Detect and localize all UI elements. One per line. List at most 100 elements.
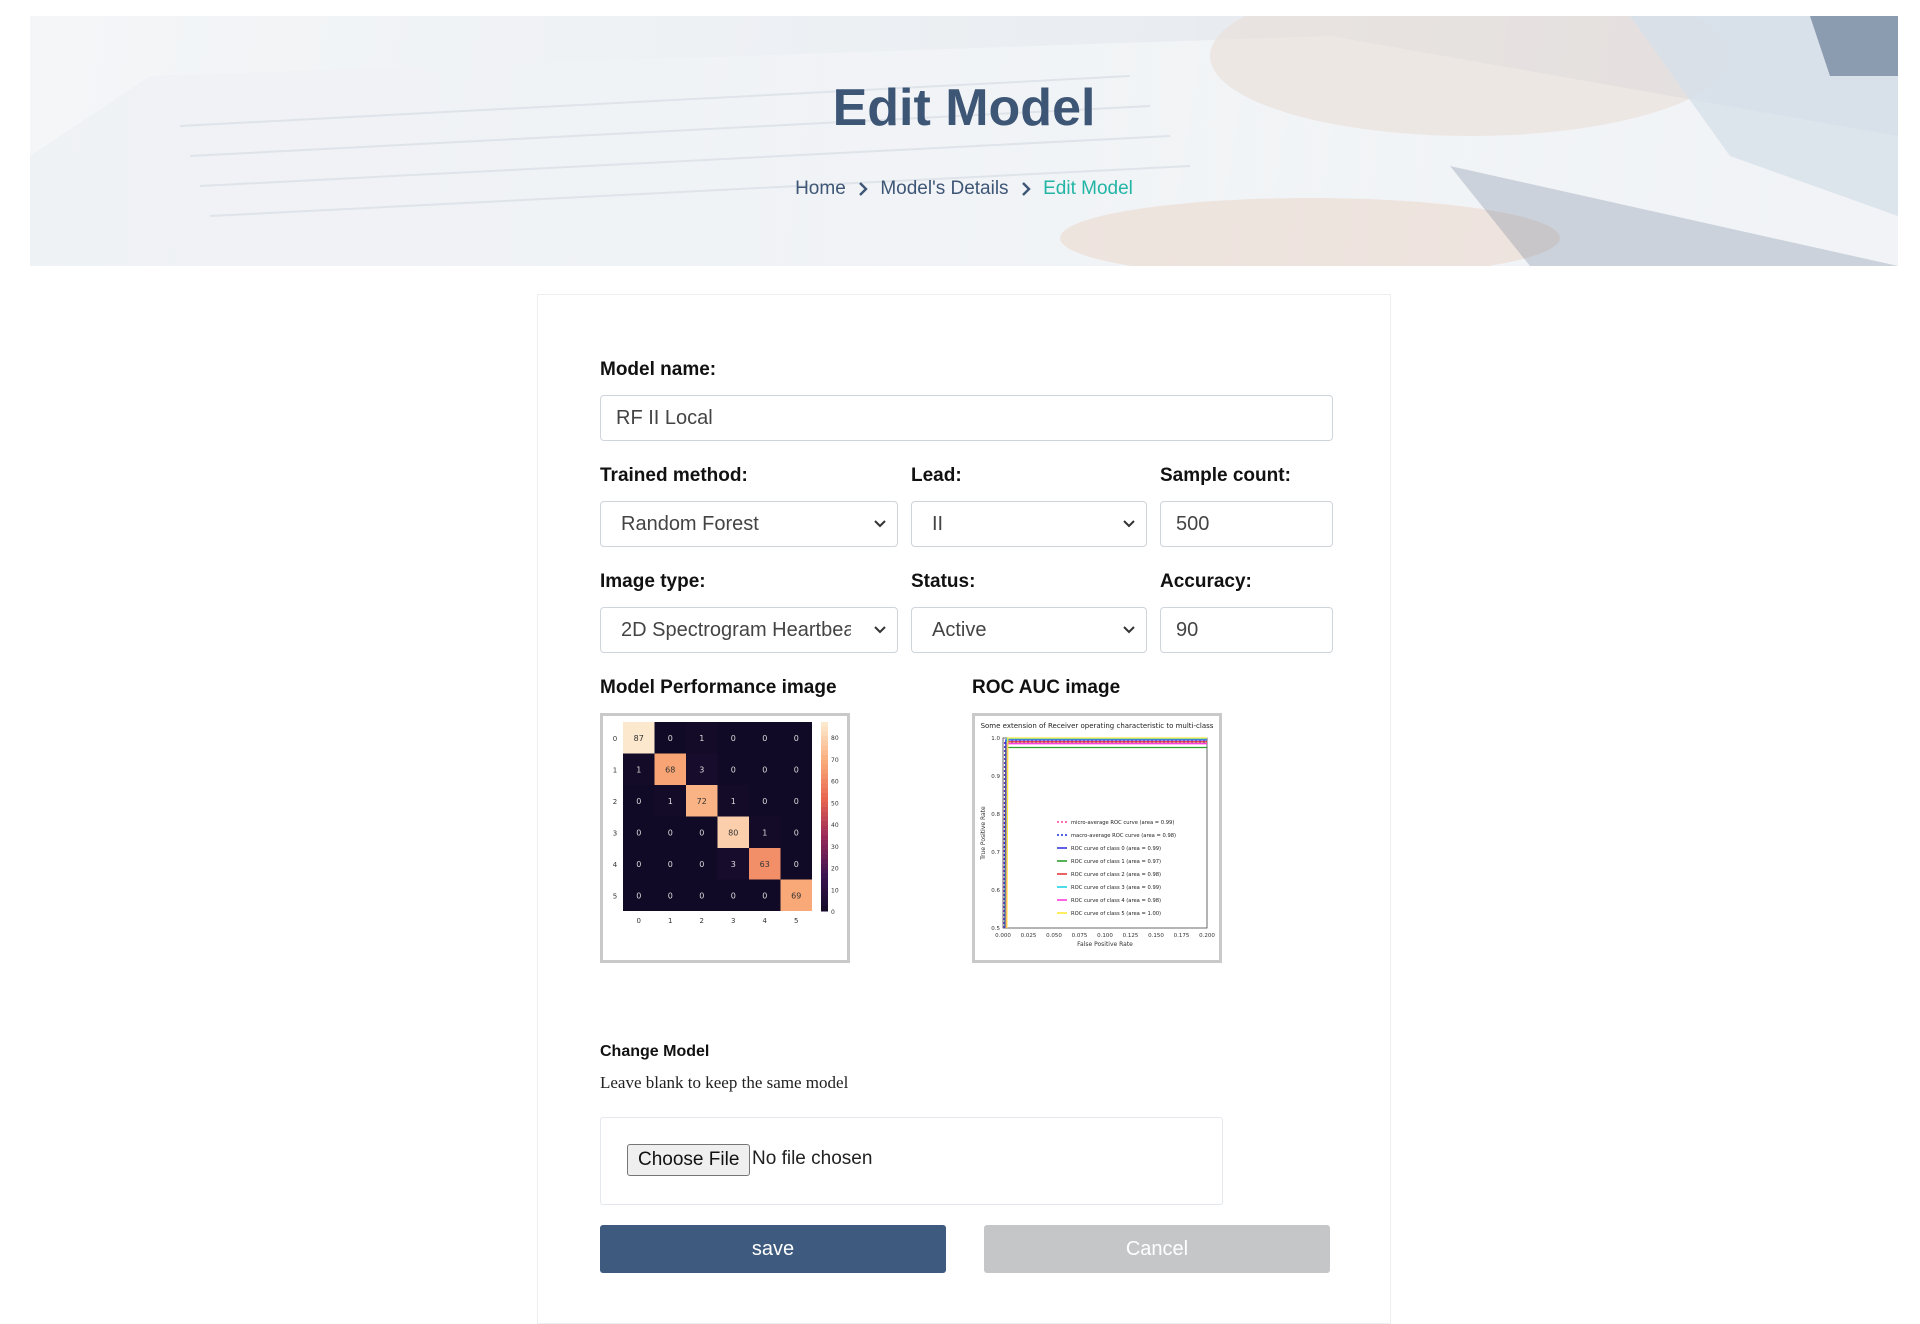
heatmap-cell-value: 0	[699, 891, 704, 900]
x-tick-label: 0.125	[1123, 933, 1139, 939]
heatmap-cell-value: 0	[794, 860, 799, 869]
heatmap-cell-value: 0	[636, 828, 641, 837]
heatmap-cell-value: 1	[731, 797, 736, 806]
colorbar-segment	[821, 830, 828, 836]
heatmap-cell-value: 0	[794, 828, 799, 837]
x-tick-label: 2	[700, 917, 704, 925]
status-select[interactable]: Active	[911, 607, 1147, 653]
colorbar-tick-label: 0	[831, 909, 835, 916]
image-type-value: 2D Spectrogram Heartbeat	[621, 619, 851, 641]
lead-value: II	[932, 513, 944, 535]
x-tick-label: 0.000	[995, 933, 1011, 939]
model-name-label: Model name:	[600, 359, 717, 380]
colorbar-segment	[821, 736, 828, 742]
x-tick-label: 0.175	[1174, 933, 1190, 939]
heatmap-cell-value: 72	[697, 797, 707, 806]
heatmap-cell-value: 1	[668, 797, 673, 806]
trained-method-select[interactable]: Random Forest	[600, 501, 898, 547]
y-tick-label: 0.8	[991, 812, 1000, 818]
x-tick-label: 0.150	[1148, 933, 1164, 939]
colorbar-segment	[821, 764, 828, 770]
chevron-down-icon	[1123, 520, 1135, 528]
colorbar-segment	[821, 887, 828, 893]
x-tick-label: 3	[731, 917, 735, 925]
lead-label: Lead:	[911, 465, 962, 486]
performance-image-label: Model Performance image	[600, 677, 837, 698]
colorbar-segment	[821, 731, 828, 737]
trained-method-label: Trained method:	[600, 465, 748, 486]
legend-entry: ROC curve of class 1 (area = 0.97)	[1071, 859, 1161, 865]
colorbar-tick-label: 40	[831, 822, 839, 829]
colorbar-segment	[821, 811, 828, 817]
colorbar-segment	[821, 778, 828, 784]
colorbar-segment	[821, 901, 828, 907]
colorbar-segment	[821, 844, 828, 851]
x-tick-label: 5	[794, 917, 798, 925]
save-button[interactable]: save	[600, 1225, 946, 1273]
colorbar-segment	[821, 788, 828, 794]
heatmap-cell-value: 68	[665, 765, 675, 774]
y-axis-label: True Positive Rate	[980, 806, 987, 861]
heatmap-cell-value: 0	[762, 891, 767, 900]
colorbar-tick-label: 10	[831, 887, 839, 894]
colorbar-segment	[821, 854, 828, 860]
heatmap-cell-value: 0	[762, 765, 767, 774]
colorbar-segment	[821, 750, 828, 756]
breadcrumb-details-link[interactable]: Model's Details	[880, 178, 1008, 199]
heatmap-cell-value: 3	[699, 765, 704, 774]
heatmap-cell-value: 0	[699, 828, 704, 837]
x-tick-label: 0.050	[1046, 933, 1062, 939]
colorbar-segment	[821, 821, 828, 827]
y-tick-label: 1.0	[991, 736, 1000, 742]
breadcrumb-home-link[interactable]: Home	[795, 178, 846, 199]
x-tick-label: 0	[637, 917, 641, 925]
sample-count-input[interactable]: 500	[1160, 501, 1333, 547]
heatmap-cell-value: 0	[794, 734, 799, 743]
edit-model-form: Model name: RF II Local Trained method: …	[537, 294, 1391, 1324]
heatmap-cell-value: 0	[731, 891, 736, 900]
x-tick-label: 0.200	[1199, 933, 1215, 939]
status-label: Status:	[911, 571, 976, 592]
y-tick-label: 2	[613, 798, 617, 806]
colorbar-segment	[821, 726, 828, 732]
chevron-right-icon	[1021, 182, 1031, 196]
image-type-select[interactable]: 2D Spectrogram Heartbeat	[600, 607, 898, 653]
legend-entry: ROC curve of class 5 (area = 1.00)	[1071, 911, 1161, 917]
colorbar-segment	[821, 807, 828, 813]
colorbar-segment	[821, 816, 828, 822]
heatmap-cell-value: 0	[731, 734, 736, 743]
heatmap-cell-value: 0	[668, 734, 673, 743]
colorbar-segment	[821, 769, 828, 775]
page-header-banner: Edit Model Home Model's Details Edit Mod…	[30, 16, 1898, 266]
legend-entry: ROC curve of class 4 (area = 0.98)	[1071, 898, 1161, 904]
heatmap-cell-value: 3	[731, 860, 736, 869]
colorbar-segment	[821, 906, 828, 912]
heatmap-cell-value: 0	[794, 765, 799, 774]
colorbar-segment	[821, 896, 828, 903]
choose-file-button[interactable]: Choose File	[627, 1144, 751, 1176]
y-tick-label: 0.5	[991, 926, 1000, 932]
heatmap-cell-value: 1	[699, 734, 704, 743]
roc-image-label: ROC AUC image	[972, 677, 1121, 698]
legend-entry: micro-average ROC curve (area = 0.99)	[1071, 820, 1174, 826]
colorbar-tick-label: 70	[831, 757, 839, 764]
heatmap-cell-value: 1	[636, 765, 641, 774]
cancel-button[interactable]: Cancel	[984, 1225, 1330, 1273]
heatmap-cell-value: 0	[762, 797, 767, 806]
model-name-input[interactable]: RF II Local	[600, 395, 1333, 441]
colorbar-segment	[821, 892, 828, 898]
colorbar-segment	[821, 863, 828, 869]
y-tick-label: 0.6	[991, 888, 1000, 894]
x-tick-label: 0.100	[1097, 933, 1113, 939]
x-tick-label: 0.025	[1021, 933, 1037, 939]
colorbar-segment	[821, 840, 828, 846]
colorbar-segment	[821, 783, 828, 789]
heatmap-cell-value: 0	[636, 891, 641, 900]
colorbar-tick-label: 20	[831, 866, 839, 873]
plot-title: Some extension of Receiver operating cha…	[981, 722, 1214, 730]
accuracy-input[interactable]: 90	[1160, 607, 1333, 653]
chevron-down-icon	[874, 520, 886, 528]
lead-select[interactable]: II	[911, 501, 1147, 547]
chevron-right-icon	[859, 182, 868, 196]
colorbar-segment	[821, 873, 828, 879]
